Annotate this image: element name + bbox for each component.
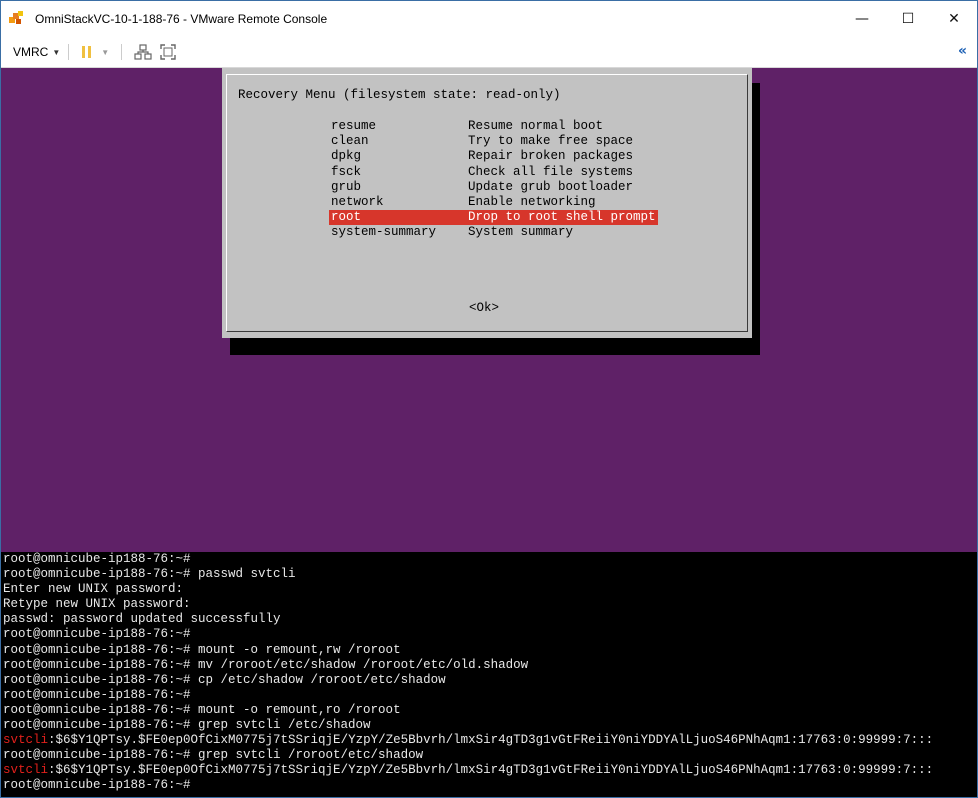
toolbar-divider bbox=[121, 44, 123, 60]
grep-match-highlight: svtcli bbox=[3, 733, 49, 748]
recovery-menu-item-grub[interactable]: grub Update grub bootloader bbox=[329, 180, 658, 195]
terminal-line: svtcli:$6$Y1QPTsy.$FE0ep0OfCixM0775j7tSS… bbox=[3, 763, 977, 778]
menu-item-description: Update grub bootloader bbox=[468, 179, 634, 194]
recovery-menu-dialog: Recovery Menu (filesystem state: read-on… bbox=[222, 68, 752, 338]
terminal-line: root@omnicube-ip188-76:~# grep svtcli /r… bbox=[3, 748, 977, 763]
recovery-menu-item-dpkg[interactable]: dpkg Repair broken packages bbox=[329, 149, 658, 164]
terminal-line-text: passwd: password updated successfully bbox=[3, 612, 281, 627]
recovery-menu-item-fsck[interactable]: fsck Check all file systems bbox=[329, 165, 658, 180]
terminal-line-text: root@omnicube-ip188-76:~# bbox=[3, 627, 191, 642]
terminal-line-text: root@omnicube-ip188-76:~# passwd svtcli bbox=[3, 567, 296, 582]
vmware-app-icon bbox=[9, 10, 27, 28]
menu-item-key: clean bbox=[331, 134, 369, 149]
terminal-output[interactable]: root@omnicube-ip188-76:~# root@omnicube-i… bbox=[1, 552, 977, 797]
power-dropdown-chevron-icon[interactable]: ▼ bbox=[101, 42, 109, 62]
terminal-line-text: root@omnicube-ip188-76:~# bbox=[3, 552, 191, 566]
pause-icon[interactable] bbox=[81, 42, 93, 62]
vmrc-menu-button[interactable]: VMRC ▼ bbox=[13, 45, 60, 59]
network-devices-icon[interactable] bbox=[134, 42, 152, 62]
terminal-line-text: root@omnicube-ip188-76:~# mount -o remou… bbox=[3, 702, 401, 717]
menu-item-key: dpkg bbox=[331, 149, 362, 164]
terminal-line-text: Enter new UNIX password: bbox=[3, 582, 184, 597]
grep-match-highlight: svtcli bbox=[3, 763, 49, 778]
terminal-line: root@omnicube-ip188-76:~# bbox=[3, 552, 977, 567]
menu-item-description: Drop to root shell prompt bbox=[467, 210, 658, 226]
menu-item-key: network bbox=[331, 194, 384, 209]
recovery-menu-item-system-summary[interactable]: system-summary System summary bbox=[329, 225, 658, 240]
menu-item-key: fsck bbox=[331, 164, 362, 179]
terminal-line-text: :$6$Y1QPTsy.$FE0ep0OfCixM0775j7tSSriqjE/… bbox=[48, 763, 934, 778]
menu-item-description: Resume normal boot bbox=[468, 119, 604, 133]
terminal-line-text: root@omnicube-ip188-76:~# mount -o remou… bbox=[3, 642, 401, 657]
vmrc-menu-label: VMRC bbox=[13, 45, 49, 59]
terminal-line: root@omnicube-ip188-76:~# bbox=[3, 627, 977, 642]
menu-item-description: Repair broken packages bbox=[468, 149, 634, 164]
title-bar[interactable]: OmniStackVC-10-1-188-76 - VMware Remote … bbox=[1, 1, 977, 37]
terminal-line: root@omnicube-ip188-76:~# mount -o remou… bbox=[3, 703, 977, 718]
menu-item-description: Enable networking bbox=[468, 194, 596, 209]
window-title: OmniStackVC-10-1-188-76 - VMware Remote … bbox=[35, 12, 328, 26]
recovery-menu-list: resume Resume normal boot clean Try to make… bbox=[329, 119, 658, 241]
recovery-menu-item-resume[interactable]: resume Resume normal boot bbox=[329, 119, 658, 134]
terminal-line-text: root@omnicube-ip188-76:~# mv /roroot/etc… bbox=[3, 657, 529, 672]
recovery-menu-item-network[interactable]: network Enable networking bbox=[329, 195, 658, 210]
terminal-line: root@omnicube-ip188-76:~# bbox=[3, 688, 977, 703]
terminal-line: svtcli:$6$Y1QPTsy.$FE0ep0OfCixM0775j7tSS… bbox=[3, 733, 977, 748]
terminal-line: root@omnicube-ip188-76:~# grep svtcli /e… bbox=[3, 718, 977, 733]
fullscreen-icon[interactable] bbox=[160, 42, 176, 62]
terminal-line-text: root@omnicube-ip188-76:~# bbox=[3, 778, 191, 793]
terminal-line-text: :$6$Y1QPTsy.$FE0ep0OfCixM0775j7tSSriqjE/… bbox=[48, 733, 934, 748]
collapse-library-button[interactable]: « bbox=[958, 43, 967, 59]
menu-item-description: Try to make free space bbox=[468, 134, 634, 149]
terminal-line: root@omnicube-ip188-76:~# mv /roroot/etc… bbox=[3, 658, 977, 673]
terminal-line: root@omnicube-ip188-76:~# mount -o remou… bbox=[3, 643, 977, 658]
close-button[interactable]: ✕ bbox=[931, 1, 977, 37]
menu-item-description: System summary bbox=[468, 225, 574, 240]
terminal-line: passwd: password updated successfully bbox=[3, 612, 977, 627]
recovery-menu-title: Recovery Menu (filesystem state: read-on… bbox=[238, 88, 561, 102]
terminal-line: root@omnicube-ip188-76:~# bbox=[3, 778, 977, 793]
terminal-line: root@omnicube-ip188-76:~# cp /etc/shadow… bbox=[3, 673, 977, 688]
terminal-line-text: Retype new UNIX password: bbox=[3, 597, 191, 612]
menu-item-description: Check all file systems bbox=[468, 164, 634, 179]
vm-console[interactable]: Recovery Menu (filesystem state: read-on… bbox=[1, 68, 977, 797]
terminal-line-text: root@omnicube-ip188-76:~# grep svtcli /e… bbox=[3, 718, 371, 733]
terminal-line-text: root@omnicube-ip188-76:~# grep svtcli /r… bbox=[3, 748, 424, 763]
recovery-menu-item-clean[interactable]: clean Try to make free space bbox=[329, 134, 658, 149]
minimize-button[interactable]: — bbox=[839, 1, 885, 37]
terminal-line: root@omnicube-ip188-76:~# passwd svtcli bbox=[3, 567, 977, 582]
maximize-button[interactable]: ☐ bbox=[885, 1, 931, 37]
terminal-line-text: root@omnicube-ip188-76:~# bbox=[3, 687, 191, 702]
menu-item-key: system-summary bbox=[331, 225, 437, 240]
terminal-line-text: root@omnicube-ip188-76:~# cp /etc/shadow… bbox=[3, 672, 446, 687]
vmrc-window: OmniStackVC-10-1-188-76 - VMware Remote … bbox=[0, 0, 978, 798]
terminal-line: Enter new UNIX password: bbox=[3, 582, 977, 597]
menu-item-key: grub bbox=[331, 179, 362, 194]
terminal-line: Retype new UNIX password: bbox=[3, 597, 977, 612]
toolbar: VMRC ▼ ▼ « bbox=[1, 37, 977, 68]
ok-button[interactable]: <Ok> bbox=[469, 301, 499, 316]
menu-item-key: resume bbox=[331, 119, 377, 133]
recovery-menu-item-root[interactable]: root Drop to root shell prompt bbox=[329, 210, 658, 226]
menu-item-key: root bbox=[329, 210, 467, 226]
chevron-down-icon: ▼ bbox=[52, 47, 61, 57]
toolbar-divider bbox=[68, 44, 70, 60]
